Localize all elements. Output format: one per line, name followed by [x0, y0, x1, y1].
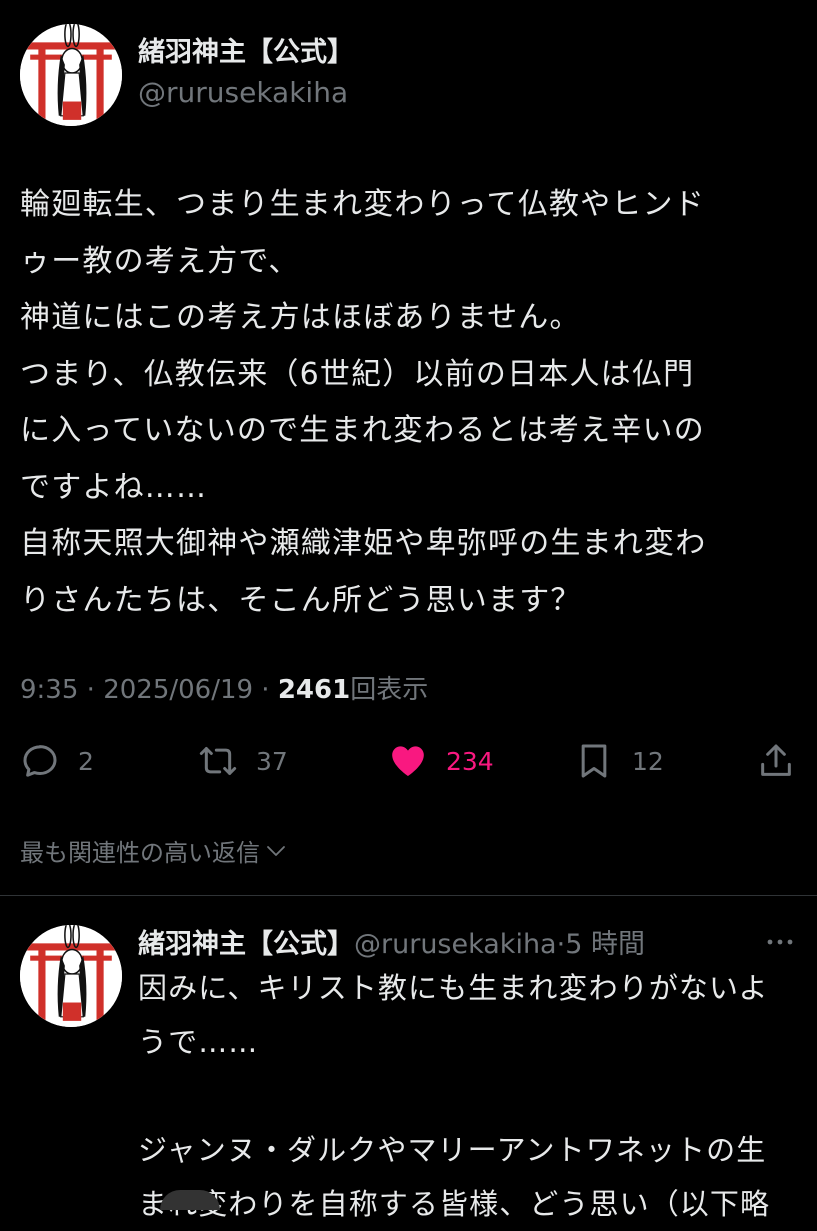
tweet-text-line: ですよね…… [20, 469, 208, 505]
author-handle[interactable]: @rurusekakiha [138, 76, 348, 109]
tweet-text: 輪廻転生、つまり生まれ変わりって仏教やヒンド ゥー教の考え方で、 神道にはこの考… [20, 177, 800, 629]
retweet-count: 37 [256, 746, 288, 776]
avatar[interactable] [20, 925, 122, 1027]
tweet-text-line: 自称天照大御神や瀬織津姫や卑弥呼の生まれ変わ [20, 526, 707, 561]
reply-text-line: 因みに、キリスト教にも生まれ変わりがないよ [138, 971, 769, 1005]
tweet-text-line: つまり、仏教伝来（6世紀）以前の日本人は仏門 [20, 356, 695, 392]
tweet-date[interactable]: 2025/06/19 [103, 675, 253, 705]
reply-text-line [138, 1069, 808, 1123]
more-icon[interactable] [762, 930, 798, 954]
reply-time[interactable]: 5 時間 [565, 929, 645, 960]
reply-icon [23, 745, 57, 777]
chevron-down-icon [267, 845, 285, 856]
reply-text-line: まれ変わりを自称する皆様、どう思い（以下略 [138, 1187, 771, 1221]
tweet-text-line: 輪廻転生、つまり生まれ変わりって仏教やヒンド [20, 187, 705, 222]
tweet-time[interactable]: 9:35 [20, 675, 78, 705]
tweet-text-line: りさんたちは、そこん所どう思います？ [20, 582, 582, 618]
avatar-torii-icon [20, 925, 122, 1027]
share-icon [761, 744, 791, 776]
meta-separator: · [78, 675, 104, 705]
tweet-text-line: ゥー教の考え方で、 [20, 243, 300, 279]
tweet-text-line: に入っていないので生まれ変わるとは考え辛いの [20, 413, 705, 448]
reply-sort-label: 最も関連性の高い返信 [20, 839, 260, 867]
author-name[interactable]: 緒羽神主【公式】 [138, 30, 354, 69]
reply-count: 2 [78, 746, 94, 776]
views-label: 回表示 [350, 675, 429, 705]
retweet-icon [199, 747, 237, 775]
meta-separator: · [253, 675, 278, 705]
bookmark-count: 12 [632, 746, 664, 776]
reply-text-line: ジャンヌ・ダルクやマリーアントワネットの生 [138, 1133, 767, 1167]
reply-button[interactable]: 2 [20, 736, 94, 786]
reply-sort-dropdown[interactable]: 最も関連性の高い返信 [20, 833, 288, 868]
reply-author-name[interactable]: 緒羽神主【公式】 [138, 929, 354, 960]
action-bar: 2 37 234 12 [0, 736, 817, 786]
reply-author-handle[interactable]: @rurusekakiha [354, 929, 557, 960]
heart-icon [392, 746, 424, 776]
retweet-button[interactable]: 37 [198, 736, 288, 786]
views-count[interactable]: 2461 [278, 675, 350, 705]
like-count: 234 [446, 746, 494, 776]
tweet-meta: 9:35 · 2025/06/19 · 2461回表示 [20, 669, 428, 706]
tweet-text-line: 神道にはこの考え方はほぼありません。 [20, 300, 581, 335]
divider [0, 895, 817, 896]
bookmark-button[interactable]: 12 [574, 736, 664, 786]
reply-text: 因みに、キリスト教にも生まれ変わりがないよ うで…… ジャンヌ・ダルクやマリーア… [138, 961, 808, 1231]
reply-text-line: うで…… [138, 1025, 259, 1059]
share-button[interactable] [756, 736, 796, 786]
reply-header: 緒羽神主【公式】@rurusekakiha·5 時間 [138, 922, 645, 961]
like-button[interactable]: 234 [388, 736, 494, 786]
meta-separator: · [556, 929, 566, 960]
avatar[interactable] [20, 24, 122, 126]
next-item-peek [160, 1190, 220, 1210]
avatar-torii-icon [20, 24, 122, 126]
bookmark-icon [581, 744, 607, 778]
